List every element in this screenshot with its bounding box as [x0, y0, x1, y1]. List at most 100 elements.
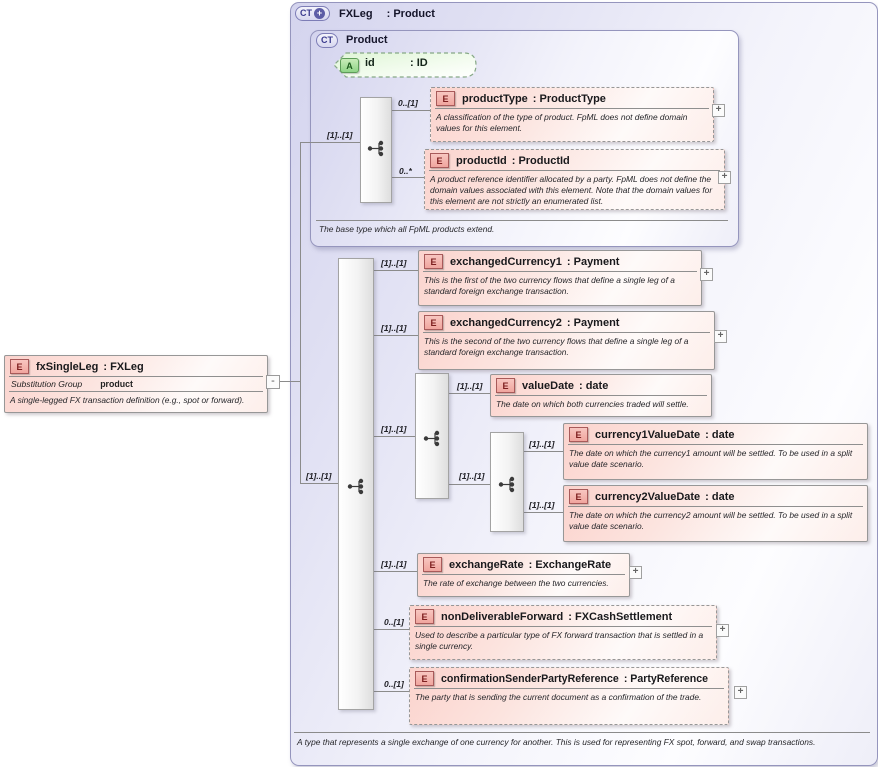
expand-plus-icon[interactable]: + — [716, 624, 729, 637]
connector — [300, 142, 361, 143]
connector — [372, 335, 418, 336]
element-annotation: The date on which the currency1 amount w… — [564, 445, 867, 472]
element-type: : Payment — [567, 256, 620, 268]
element-badge: E — [496, 378, 515, 393]
connector — [522, 512, 563, 513]
connector — [278, 381, 300, 382]
cardinality-label: [1]..[1] — [327, 130, 353, 140]
element-annotation: A single-legged FX transaction definitio… — [5, 392, 267, 408]
element-type: : ExchangeRate — [529, 559, 612, 571]
element-currency2-value-date[interactable]: E currency2ValueDate : date The date on … — [563, 485, 868, 542]
connector — [372, 436, 415, 437]
sequence-icon — [498, 476, 516, 493]
connector — [522, 451, 563, 452]
element-badge: E — [430, 153, 449, 168]
product-name: Product — [346, 34, 388, 46]
attribute-id[interactable]: A id : ID — [332, 52, 478, 78]
complex-type-plus-badge[interactable]: CT + — [295, 6, 330, 21]
connector-trunk — [300, 142, 301, 484]
element-annotation: The date on which both currencies traded… — [491, 396, 711, 412]
attribute-name: id — [365, 57, 375, 69]
ct-badge-label: CT — [300, 8, 312, 19]
fxleg-annotation: A type that represents a single exchange… — [297, 737, 863, 748]
cardinality-label: [1]..[1] — [529, 439, 555, 449]
element-badge: E — [415, 671, 434, 686]
element-type: : Payment — [567, 317, 620, 329]
element-annotation: This is the first of the two currency fl… — [419, 272, 701, 299]
element-name: valueDate — [522, 380, 574, 392]
expand-plus-icon[interactable]: + — [718, 171, 731, 184]
cardinality-label: [1]..[1] — [306, 471, 332, 481]
element-currency1-value-date[interactable]: E currency1ValueDate : date The date on … — [563, 423, 868, 480]
element-type: : PartyReference — [624, 673, 708, 685]
expand-plus-icon[interactable]: + — [629, 566, 642, 579]
connector — [372, 270, 418, 271]
element-annotation: The date on which the currency2 amount w… — [564, 507, 867, 534]
element-type: : date — [579, 380, 608, 392]
cardinality-label: [1]..[1] — [381, 258, 407, 268]
attribute-badge: A — [340, 58, 359, 73]
cardinality-label: [1]..[1] — [459, 471, 485, 481]
expand-plus-icon[interactable]: + — [734, 686, 747, 699]
element-confirmation-sender-party-reference[interactable]: E confirmationSenderPartyReference : Par… — [409, 667, 729, 725]
element-badge: E — [569, 489, 588, 504]
expand-plus-icon[interactable]: + — [712, 104, 725, 117]
sequence-icon — [347, 478, 365, 495]
fxleg-base-type: : Product — [387, 8, 435, 20]
connector — [372, 691, 409, 692]
element-name: exchangeRate — [449, 559, 524, 571]
connector — [300, 483, 338, 484]
ct-badge-label: CT — [321, 35, 333, 46]
fxleg-title: FXLeg : Product — [339, 8, 435, 20]
product-ct-badge[interactable]: CT — [316, 33, 338, 48]
element-annotation: A classification of the type of product.… — [431, 109, 713, 136]
element-badge: E — [415, 609, 434, 624]
fxleg-annotation-separator — [294, 732, 870, 733]
extension-plus-icon: + — [314, 8, 325, 19]
element-annotation: The rate of exchange between the two cur… — [418, 575, 629, 591]
main-sequence-compositor[interactable] — [338, 258, 374, 710]
cardinality-label: [1]..[1] — [381, 424, 407, 434]
product-sequence-compositor[interactable] — [360, 97, 392, 203]
connector — [447, 393, 490, 394]
element-exchange-rate[interactable]: E exchangeRate : ExchangeRate The rate o… — [417, 553, 630, 597]
element-non-deliverable-forward[interactable]: E nonDeliverableForward : FXCashSettleme… — [409, 605, 717, 660]
element-name: productId — [456, 155, 507, 167]
element-badge: E — [569, 427, 588, 442]
cardinality-label: [1]..[1] — [457, 381, 483, 391]
connector — [447, 484, 490, 485]
element-annotation: Used to describe a particular type of FX… — [410, 627, 716, 654]
element-type: : date — [705, 491, 734, 503]
fxleg-name: FXLeg — [339, 8, 373, 20]
element-product-type[interactable]: E productType : ProductType A classifica… — [430, 87, 714, 142]
element-fx-single-leg[interactable]: E fxSingleLeg : FXLeg Substitution Group… — [4, 355, 268, 413]
collapse-minus-icon[interactable]: - — [266, 375, 280, 389]
product-annotation: The base type which all FpML products ex… — [319, 224, 724, 235]
connector — [390, 110, 431, 111]
element-name: exchangedCurrency2 — [450, 317, 562, 329]
attribute-type: : ID — [410, 57, 428, 69]
element-badge: E — [423, 557, 442, 572]
element-badge: E — [10, 359, 29, 374]
connector — [390, 177, 425, 178]
element-exchanged-currency2[interactable]: E exchangedCurrency2 : Payment This is t… — [418, 311, 715, 370]
element-type: : ProductId — [512, 155, 570, 167]
element-name: productType — [462, 93, 528, 105]
element-name: confirmationSenderPartyReference — [441, 673, 619, 685]
split-date-sequence-compositor[interactable] — [490, 432, 524, 532]
cardinality-label: [1]..[1] — [529, 500, 555, 510]
expand-plus-icon[interactable]: + — [700, 268, 713, 281]
sequence-icon — [367, 140, 385, 157]
element-annotation: This is the second of the two currency f… — [419, 333, 714, 360]
element-product-id[interactable]: E productId : ProductId A product refere… — [424, 149, 725, 210]
expand-plus-icon[interactable]: + — [714, 330, 727, 343]
cardinality-label: 0..* — [399, 166, 412, 176]
element-value-date[interactable]: E valueDate : date The date on which bot… — [490, 374, 712, 417]
element-name: currency1ValueDate — [595, 429, 700, 441]
substitution-group-row: Substitution Group product — [5, 377, 267, 391]
cardinality-label: [1]..[1] — [381, 559, 407, 569]
element-annotation: A product reference identifier allocated… — [425, 171, 724, 209]
value-date-sequence-compositor[interactable] — [415, 373, 449, 499]
element-exchanged-currency1[interactable]: E exchangedCurrency1 : Payment This is t… — [418, 250, 702, 306]
element-badge: E — [424, 315, 443, 330]
